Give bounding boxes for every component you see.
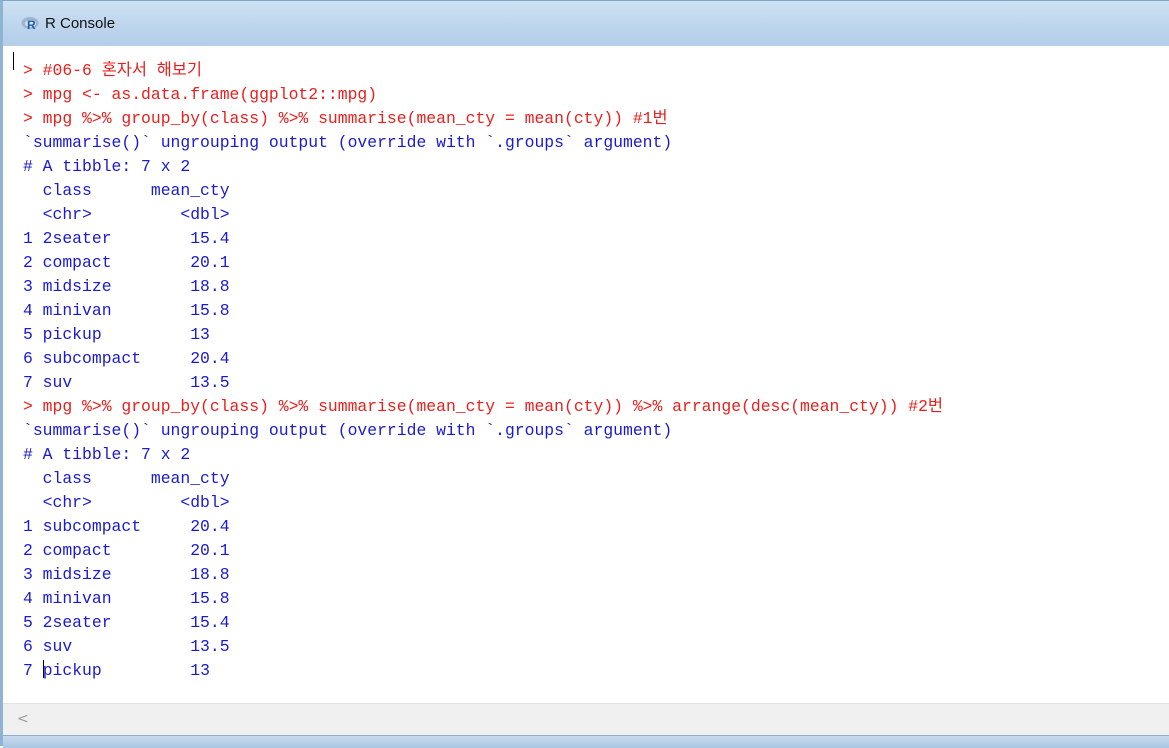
window-title: R Console [45, 15, 116, 32]
console-output-line: # A tibble: 7 x 2 [23, 445, 191, 464]
console-output-line: 5 pickup 13 [23, 325, 230, 344]
title-bar[interactable]: R R Console [3, 1, 1169, 46]
r-console-window: R R Console > #06-6 혼자서 해보기 > mpg <- as.d… [0, 0, 1169, 748]
console-output-line: class mean_cty [23, 181, 230, 200]
console-lines: > #06-6 혼자서 해보기 > mpg <- as.data.frame(gg… [3, 59, 943, 683]
console-output-line: `summarise()` ungrouping output (overrid… [23, 421, 673, 440]
console-output-area[interactable]: > #06-6 혼자서 해보기 > mpg <- as.data.frame(gg… [3, 46, 1169, 703]
console-output-line: 6 subcompact 20.4 [23, 349, 230, 368]
console-command-line: > mpg %>% group_by(class) %>% summarise(… [23, 109, 668, 128]
console-output-line: 6 suv 13.5 [23, 637, 230, 656]
console-output-line: `summarise()` ungrouping output (overrid… [23, 133, 673, 152]
console-output-line: 4 minivan 15.8 [23, 589, 230, 608]
console-command-line: > mpg %>% group_by(class) %>% summarise(… [23, 397, 943, 416]
input-caret [42, 660, 44, 678]
horizontal-scrollbar[interactable]: < [3, 703, 1169, 736]
svg-text:R: R [27, 18, 36, 31]
console-output-line: 1 subcompact 20.4 [23, 517, 230, 536]
console-output-line: 3 midsize 18.8 [23, 277, 230, 296]
console-output-line: <chr> <dbl> [23, 205, 230, 224]
r-logo-icon: R [21, 16, 40, 31]
console-output-line: 2 compact 20.1 [23, 253, 230, 272]
window-bottom-border [3, 735, 1169, 748]
console-output-line: class mean_cty [23, 469, 230, 488]
console-output-line: 3 midsize 18.8 [23, 565, 230, 584]
console-output-line: 7 suv 13.5 [23, 373, 230, 392]
console-command-line: > mpg <- as.data.frame(ggplot2::mpg) [23, 85, 378, 104]
console-command-line: > #06-6 혼자서 해보기 [23, 61, 202, 80]
console-output-line: 4 minivan 15.8 [23, 301, 230, 320]
console-output-line: # A tibble: 7 x 2 [23, 157, 191, 176]
console-output-line: <chr> <dbl> [23, 493, 230, 512]
console-output-line: 5 2seater 15.4 [23, 613, 230, 632]
scroll-left-arrow-icon[interactable]: < [17, 711, 29, 727]
console-output-line: 2 compact 20.1 [23, 541, 230, 560]
console-output-line: 1 2seater 15.4 [23, 229, 230, 248]
console-output-line: 7 pickup 13 [23, 660, 230, 680]
